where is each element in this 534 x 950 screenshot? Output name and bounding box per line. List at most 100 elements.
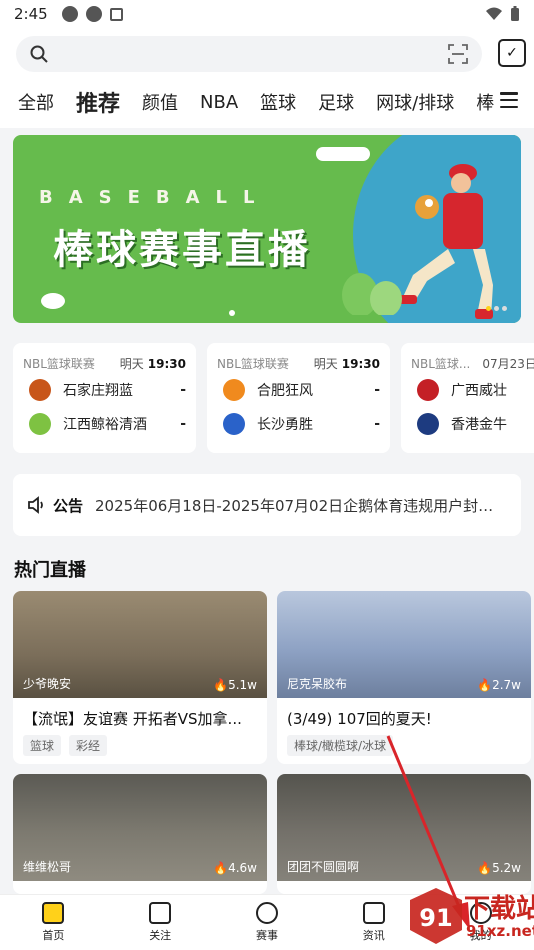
stream-thumbnail: 维维松哥 🔥4.6w: [13, 774, 267, 881]
team-logo: [223, 413, 245, 435]
banner-decoration: [41, 293, 65, 309]
match-team-home: 广西威壮: [411, 373, 534, 407]
stream-thumbnail: 团团不圆圆啊 🔥5.2w: [277, 774, 531, 881]
match-schedule-list: NBL篮球联赛 明天 19:30 石家庄翔蓝 - 江西鲸裕清酒 - NBL篮球联赛…: [13, 343, 534, 453]
calendar-check-icon[interactable]: ✓: [498, 39, 526, 67]
banner-title: 棒球赛事直播: [53, 227, 311, 273]
match-card[interactable]: NBL篮球... 07月23日 广西威壮 香港金牛: [401, 343, 534, 453]
svg-text:91: 91: [419, 904, 452, 932]
watermark-logo: 91: [410, 888, 462, 944]
match-card[interactable]: NBL篮球联赛 明天 19:30 合肥狂风 - 长沙勇胜 -: [207, 343, 390, 453]
tab-football[interactable]: 足球: [318, 89, 354, 115]
stream-anchor: 维维松哥: [23, 860, 72, 874]
team-name: 石家庄翔蓝: [63, 383, 133, 399]
stream-card[interactable]: 少爷晚安 🔥5.1w 【流氓】友谊赛 开拓者VS加拿... 篮球 彩经: [13, 591, 267, 764]
match-team-away: 香港金牛: [411, 407, 534, 441]
battery-icon: [511, 6, 519, 21]
match-time: 明天 19:30: [313, 356, 380, 371]
app-notification-icon: [109, 7, 123, 21]
announcement-label: 公告: [53, 496, 84, 515]
stream-thumbnail: 尼克呆胶布 🔥2.7w: [277, 591, 531, 698]
team-name: 香港金牛: [451, 417, 507, 433]
follow-icon: [149, 902, 172, 924]
announcement-text: 2025年06月18日-2025年07月02日企鹅体育违规用户封禁...: [95, 496, 507, 515]
team-logo: [417, 413, 439, 435]
nav-label: 资讯: [362, 929, 385, 942]
banner-subtitle: BASEBALL: [39, 187, 271, 208]
banner-cloud: [316, 147, 370, 161]
stream-tag[interactable]: 篮球: [23, 735, 62, 756]
tab-recommend[interactable]: 推荐: [76, 86, 120, 118]
tab-tennis-volleyball[interactable]: 网球/排球: [376, 89, 454, 115]
stream-tags: 棒球/橄榄球/冰球: [277, 735, 531, 756]
stream-card[interactable]: 团团不圆圆啊 🔥5.2w 【大头】基区联赛区...: [277, 774, 531, 894]
match-team-home: 石家庄翔蓝 -: [23, 373, 186, 407]
tab-basketball[interactable]: 篮球: [260, 89, 296, 115]
stream-heat: 🔥5.1w: [213, 678, 257, 692]
nav-label: 赛事: [255, 929, 278, 942]
watermark-domain: 91xz.net: [466, 922, 534, 940]
app-notification-icon: [85, 6, 102, 22]
match-league: NBL篮球...: [411, 356, 471, 371]
team-logo: [29, 413, 51, 435]
search-bar[interactable]: [16, 36, 482, 72]
speaker-icon: [28, 496, 43, 514]
nav-label: 关注: [149, 929, 172, 942]
tab-all[interactable]: 全部: [18, 89, 54, 115]
stream-anchor: 尼克呆胶布: [287, 677, 348, 691]
stream-anchor: 团团不圆圆啊: [287, 860, 360, 874]
stream-heat: 🔥2.7w: [477, 678, 521, 692]
banner-plant-decoration: [342, 273, 402, 315]
home-icon: [42, 902, 65, 924]
match-time: 明天 19:30: [119, 356, 186, 371]
nav-schedule[interactable]: 赛事: [214, 895, 321, 950]
stream-tags: 篮球 彩经: [13, 735, 267, 756]
stream-title: 【流氓】友谊赛 开拓者VS加拿...: [23, 710, 242, 728]
stream-card[interactable]: 尼克呆胶布 🔥2.7w (3/49) 107回的夏天! 棒球/橄榄球/冰球: [277, 591, 531, 764]
banner-pagination: [486, 306, 507, 311]
app-notification-icon: [61, 6, 78, 22]
team-logo: [417, 379, 439, 401]
team-name: 江西鲸裕清酒: [63, 417, 147, 433]
tab-baseball[interactable]: 棒: [476, 89, 494, 115]
match-team-home: 合肥狂风 -: [217, 373, 380, 407]
status-bar: 2:45: [0, 0, 534, 28]
tab-nba[interactable]: NBA: [200, 92, 238, 113]
tab-beauty[interactable]: 颜值: [142, 89, 178, 115]
section-title: 热门直播: [14, 560, 86, 581]
menu-icon[interactable]: [500, 92, 518, 108]
search-icon: [30, 45, 48, 63]
match-card[interactable]: NBL篮球联赛 明天 19:30 石家庄翔蓝 - 江西鲸裕清酒 -: [13, 343, 196, 453]
stream-heat: 🔥5.2w: [477, 861, 521, 875]
team-score: -: [180, 382, 186, 398]
stream-card[interactable]: 维维松哥 🔥4.6w 【阿志】基律赛区网联赛...: [13, 774, 267, 894]
stream-title: (3/49) 107回的夏天!: [287, 710, 432, 728]
team-score: -: [374, 416, 380, 432]
match-time: 07月23日: [482, 356, 534, 371]
stream-heat: 🔥4.6w: [213, 861, 257, 875]
banner-indicator-dot: [229, 310, 235, 316]
team-logo: [223, 379, 245, 401]
stream-tag[interactable]: 棒球/橄榄球/冰球: [287, 735, 394, 756]
baseball-player-illustration: [399, 164, 493, 319]
watermark-brand: 下载站: [464, 894, 534, 924]
schedule-icon: [255, 902, 278, 924]
nav-label: 首页: [42, 929, 65, 942]
match-league: NBL篮球联赛: [217, 356, 289, 371]
stream-title: 【阿志】基律赛区网联赛...: [13, 881, 267, 894]
match-league: NBL篮球联赛: [23, 356, 95, 371]
stream-tag[interactable]: 彩经: [69, 735, 108, 756]
stream-thumbnail: 少爷晚安 🔥5.1w: [13, 591, 267, 698]
notification-icons: [61, 6, 123, 22]
promo-banner[interactable]: BASEBALL 棒球赛事直播: [13, 135, 521, 323]
nav-home[interactable]: 首页: [0, 895, 107, 950]
nav-follow[interactable]: 关注: [107, 895, 214, 950]
wifi-icon: [486, 7, 502, 20]
team-name: 合肥狂风: [257, 383, 313, 399]
category-tabs: 全部 推荐 颜值 NBA 篮球 足球 网球/排球 棒: [0, 82, 500, 122]
scan-icon[interactable]: [448, 44, 468, 64]
announcement-bar[interactable]: 公告 2025年06月18日-2025年07月02日企鹅体育违规用户封禁...: [13, 474, 521, 536]
team-name: 长沙勇胜: [257, 417, 313, 433]
team-score: -: [374, 382, 380, 398]
status-time: 2:45: [14, 5, 48, 23]
